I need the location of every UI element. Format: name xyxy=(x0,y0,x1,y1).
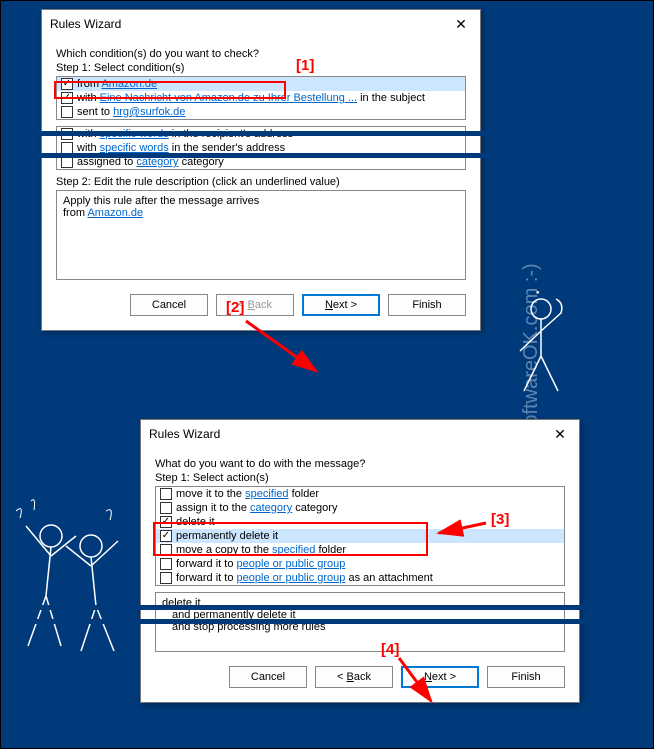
rules-wizard-dialog-actions: Rules Wizard ✕ What do you want to do wi… xyxy=(140,419,580,703)
link-folder[interactable]: specified xyxy=(245,488,288,500)
condition-row[interactable]: assigned to category category xyxy=(57,155,465,169)
checkbox-icon[interactable] xyxy=(160,572,172,584)
label: forward it to people or public group as … xyxy=(176,572,433,584)
action-row-forward[interactable]: forward it to people or public group xyxy=(156,557,564,571)
label: assign it to the category category xyxy=(176,502,337,514)
checkbox-icon[interactable] xyxy=(61,142,73,154)
label: move a copy to the specified folder xyxy=(176,544,346,556)
checkbox-icon[interactable] xyxy=(61,156,73,168)
next-button[interactable]: Next > xyxy=(401,666,479,688)
checkbox-icon[interactable] xyxy=(160,516,172,528)
label: from Amazon.de xyxy=(77,78,157,90)
annotation-2: [2] xyxy=(226,299,244,316)
close-icon[interactable]: ✕ xyxy=(446,16,476,33)
label: assigned to category category xyxy=(77,156,224,168)
annotation-3: [3] xyxy=(491,511,509,528)
dialog-title: Rules Wizard xyxy=(50,17,121,31)
link-people[interactable]: people or public group xyxy=(237,558,346,570)
label: with specific words in the sender's addr… xyxy=(77,142,285,154)
link-words[interactable]: specific words xyxy=(100,142,169,154)
desc-line: delete it xyxy=(162,597,558,609)
step1-label: Step 1: Select action(s) xyxy=(155,472,565,484)
annotation-4: [4] xyxy=(381,641,399,658)
button-row: Cancel < Back Next > Finish xyxy=(56,290,466,316)
link-recipient[interactable]: hrg@surfok.de xyxy=(113,106,185,118)
finish-button[interactable]: Finish xyxy=(487,666,565,688)
checkbox-icon[interactable] xyxy=(61,78,73,90)
rule-description-box[interactable]: delete it and permanently delete it and … xyxy=(155,592,565,652)
label: sent to hrg@surfok.de xyxy=(77,106,185,118)
condition-row[interactable]: with specific words in the recipient's a… xyxy=(57,127,465,141)
rule-description-box[interactable]: Apply this rule after the message arrive… xyxy=(56,190,466,280)
close-icon[interactable]: ✕ xyxy=(545,426,575,443)
rules-wizard-dialog-conditions: Rules Wizard ✕ Which condition(s) do you… xyxy=(41,9,481,331)
svg-text:?: ? xyxy=(534,291,542,296)
link-people[interactable]: people or public group xyxy=(237,572,346,584)
conditions-listbox-2[interactable]: with specific words in the recipient's a… xyxy=(56,126,466,170)
checkbox-icon[interactable] xyxy=(61,92,73,104)
label: with specific words in the recipient's a… xyxy=(77,128,293,140)
desc-line: and stop processing more rules xyxy=(162,621,558,633)
desc-line: Apply this rule after the message arrive… xyxy=(63,195,459,207)
actions-listbox[interactable]: move it to the specified folder assign i… xyxy=(155,486,565,586)
label: forward it to people or public group xyxy=(176,558,345,570)
titlebar[interactable]: Rules Wizard ✕ xyxy=(141,420,579,448)
condition-row-subject[interactable]: with Eine Nachricht von Amazon.de zu Ihr… xyxy=(57,91,465,105)
checkbox-icon[interactable] xyxy=(160,558,172,570)
link-category[interactable]: category xyxy=(136,156,178,168)
conditions-listbox[interactable]: from Amazon.de with Eine Nachricht von A… xyxy=(56,76,466,120)
checkbox-icon[interactable] xyxy=(61,128,73,140)
link-category[interactable]: category xyxy=(250,502,292,514)
back-button[interactable]: < Back xyxy=(315,666,393,688)
cancel-button[interactable]: Cancel xyxy=(229,666,307,688)
annotation-1: [1] xyxy=(296,57,314,74)
checkbox-icon[interactable] xyxy=(61,106,73,118)
step2-label: Step 2: Edit the rule description (click… xyxy=(56,176,466,188)
link-sender[interactable]: Amazon.de xyxy=(101,78,157,90)
question-text: Which condition(s) do you want to check? xyxy=(56,48,466,60)
figure-thinking: ? xyxy=(506,291,576,401)
action-row-perm-delete[interactable]: permanently delete it xyxy=(156,529,564,543)
finish-button[interactable]: Finish xyxy=(388,294,466,316)
label: delete it xyxy=(176,516,215,528)
link-folder[interactable]: specified xyxy=(272,544,315,556)
link-sender[interactable]: Amazon.de xyxy=(87,207,143,219)
condition-row-sentto[interactable]: sent to hrg@surfok.de xyxy=(57,105,465,119)
titlebar[interactable]: Rules Wizard ✕ xyxy=(42,10,480,38)
next-button[interactable]: Next > xyxy=(302,294,380,316)
dialog-title: Rules Wizard xyxy=(149,427,220,441)
button-row: Cancel < Back Next > Finish xyxy=(155,662,565,688)
desc-line: from Amazon.de xyxy=(63,207,459,219)
checkbox-icon[interactable] xyxy=(160,530,172,542)
checkbox-icon[interactable] xyxy=(160,488,172,500)
desc-line: and permanently delete it xyxy=(162,609,558,621)
figure-dancing xyxy=(6,496,136,666)
label: permanently delete it xyxy=(176,530,278,542)
label: with Eine Nachricht von Amazon.de zu Ihr… xyxy=(77,92,425,104)
link-subject[interactable]: Eine Nachricht von Amazon.de zu Ihrer Be… xyxy=(100,92,357,104)
cancel-button[interactable]: Cancel xyxy=(130,294,208,316)
action-row-move[interactable]: move it to the specified folder xyxy=(156,487,564,501)
action-row-forward-attach[interactable]: forward it to people or public group as … xyxy=(156,571,564,585)
condition-row[interactable]: with specific words in the sender's addr… xyxy=(57,141,465,155)
checkbox-icon[interactable] xyxy=(160,544,172,556)
question-text: What do you want to do with the message? xyxy=(155,458,565,470)
link-words[interactable]: specific words xyxy=(100,128,169,140)
step1-label: Step 1: Select condition(s) xyxy=(56,62,466,74)
condition-row-from[interactable]: from Amazon.de xyxy=(57,77,465,91)
label: move it to the specified folder xyxy=(176,488,319,500)
action-row-movecopy[interactable]: move a copy to the specified folder xyxy=(156,543,564,557)
checkbox-icon[interactable] xyxy=(160,502,172,514)
